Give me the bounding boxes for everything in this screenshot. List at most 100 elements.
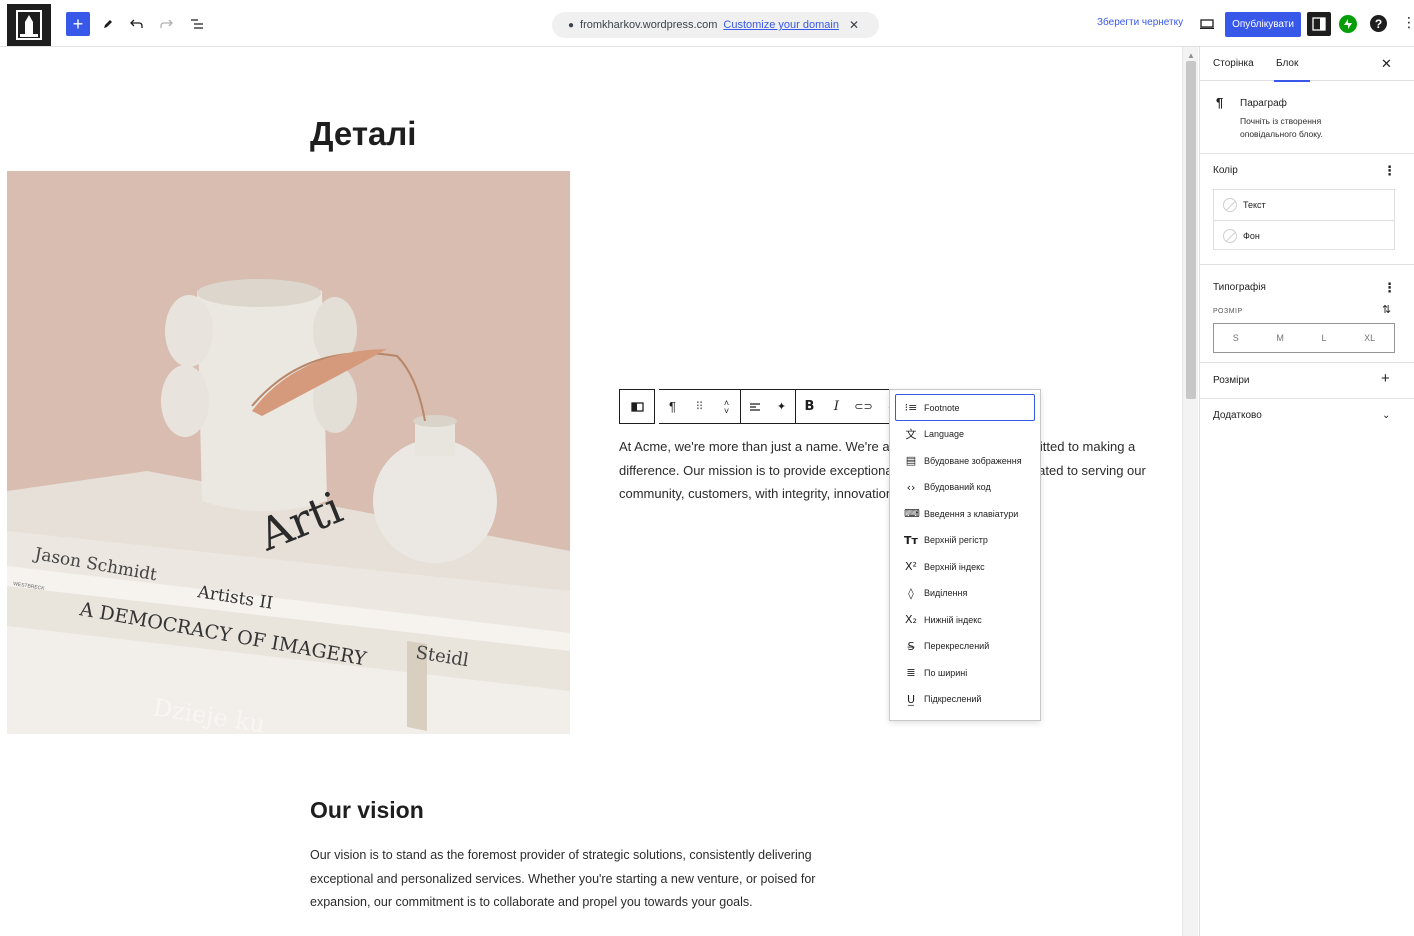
menu-item-label: Перекреслений: [924, 641, 990, 652]
paragraph-icon: ¶: [1216, 95, 1224, 110]
inline-image-icon: ▤: [905, 454, 917, 468]
menu-item-label: По ширині: [924, 667, 968, 678]
advanced-panel[interactable]: Додатково ⌄: [1200, 399, 1414, 435]
color-options: Текст Фон: [1213, 189, 1395, 250]
menu-item-strikethrough[interactable]: S̶ Перекреслений: [895, 633, 1035, 660]
menu-item-label: Нижній індекс: [924, 614, 982, 625]
menu-item-label: Введення з клавіатури: [924, 508, 1019, 519]
menu-item-inline-image[interactable]: ▤ Вбудоване зображення: [895, 448, 1035, 475]
jetpack-icon[interactable]: [1339, 15, 1357, 33]
panel-options-icon[interactable]: ⋮: [1383, 281, 1396, 294]
italic-icon[interactable]: I: [823, 390, 850, 423]
superscript-icon: X²: [905, 560, 917, 574]
sidebar-tabs: Сторінка Блок ✕: [1200, 47, 1414, 82]
tab-page[interactable]: Сторінка: [1213, 58, 1254, 69]
menu-item-superscript[interactable]: X² Верхній індекс: [895, 554, 1035, 581]
block-type-group: ¶ ⠿ ˄ ˅: [659, 389, 741, 424]
redo-icon[interactable]: [158, 12, 174, 36]
move-up-down-icon[interactable]: ˄ ˅: [713, 390, 740, 423]
bold-icon[interactable]: B: [796, 390, 823, 423]
highlight-icon: ◊: [908, 586, 914, 600]
menu-item-justify[interactable]: ≣ По ширині: [895, 660, 1035, 687]
tab-block[interactable]: Блок: [1273, 58, 1311, 82]
vision-paragraph[interactable]: Our vision is to stand as the foremost p…: [310, 844, 870, 915]
panel-options-icon[interactable]: ⋮: [1383, 164, 1396, 177]
menu-item-footnote[interactable]: ⁝≡ Footnote: [895, 394, 1035, 421]
scroll-thumb[interactable]: [1186, 61, 1196, 399]
size-option-m[interactable]: M: [1276, 333, 1284, 343]
menu-item-label: Вбудований код: [924, 482, 991, 493]
undo-icon[interactable]: [128, 12, 144, 36]
align-left-icon[interactable]: [741, 390, 768, 423]
link-icon[interactable]: ⊂⊃: [850, 390, 877, 423]
parent-block-group: [619, 389, 655, 424]
alignment-group: ✦: [741, 389, 796, 424]
menu-item-subscript[interactable]: X₂ Нижній індекс: [895, 607, 1035, 634]
size-option-s[interactable]: S: [1233, 333, 1239, 343]
publish-button[interactable]: Опублікувати: [1225, 12, 1301, 37]
tools-pencil-icon[interactable]: [100, 12, 116, 36]
subscript-icon: X₂: [905, 613, 917, 627]
menu-item-label: Вбудоване зображення: [924, 455, 1022, 466]
code-icon: ‹›: [906, 480, 916, 494]
advanced-panel-title: Додатково: [1213, 410, 1262, 421]
strikethrough-icon: S̶: [907, 639, 915, 653]
vision-heading[interactable]: Our vision: [310, 797, 424, 824]
menu-item-keyboard-input[interactable]: ⌨ Введення з клавіатури: [895, 501, 1035, 528]
menu-item-underline[interactable]: U̲ Підкреслений: [895, 686, 1035, 713]
menu-item-inline-code[interactable]: ‹› Вбудований код: [895, 474, 1035, 501]
empty-swatch-icon: [1223, 228, 1237, 243]
help-icon[interactable]: ?: [1370, 15, 1387, 32]
custom-size-icon[interactable]: ⇅: [1382, 303, 1391, 316]
menu-item-uppercase[interactable]: Tт Верхній регістр: [895, 527, 1035, 554]
size-option-l[interactable]: L: [1322, 333, 1327, 343]
paragraph-icon[interactable]: ¶: [659, 390, 686, 423]
options-more-icon[interactable]: ⋮: [1402, 14, 1414, 31]
drag-handle-icon[interactable]: ⠿: [686, 390, 713, 423]
columns-icon[interactable]: [624, 390, 651, 423]
settings-panel-icon[interactable]: [1307, 12, 1331, 36]
plus-icon[interactable]: +: [1381, 370, 1390, 387]
page-heading[interactable]: Деталі: [310, 115, 416, 153]
canvas-scrollbar[interactable]: ▲: [1182, 47, 1198, 936]
menu-item-language[interactable]: 文 Language: [895, 421, 1035, 448]
menu-item-label: Верхній індекс: [924, 561, 985, 572]
uppercase-icon: Tт: [904, 533, 918, 547]
menu-item-highlight[interactable]: ◊ Виділення: [895, 580, 1035, 607]
save-draft-button[interactable]: Зберегти чернетку: [1097, 17, 1183, 28]
site-logo-icon[interactable]: [7, 4, 51, 46]
hero-image[interactable]: Jason Schmidt Artists II A DEMOCRACY OF …: [7, 171, 570, 734]
close-icon[interactable]: ✕: [849, 18, 859, 32]
editor-top-bar: + ● fromkharkov.wordpress.com Customize …: [0, 0, 1414, 47]
empty-swatch-icon: [1223, 198, 1237, 212]
keyboard-icon: ⌨: [904, 507, 920, 521]
size-option-xl[interactable]: XL: [1364, 333, 1375, 343]
block-inserter-button[interactable]: +: [66, 12, 90, 36]
site-domain: fromkharkov.wordpress.com: [580, 19, 718, 31]
background-color-label: Фон: [1243, 230, 1260, 241]
menu-item-label: Підкреслений: [924, 694, 982, 705]
language-icon: 文: [905, 428, 917, 442]
globe-icon: ●: [568, 19, 575, 31]
underline-icon: U̲: [906, 692, 916, 706]
preview-icon[interactable]: [1199, 12, 1215, 36]
text-color-option[interactable]: Текст: [1214, 190, 1394, 220]
typography-panel-title: Типографія: [1213, 282, 1266, 293]
document-overview-icon[interactable]: [188, 12, 206, 36]
site-url-bar: ● fromkharkov.wordpress.com Customize yo…: [552, 12, 879, 38]
block-card: ¶ Параграф Почніть із створення оповідал…: [1200, 81, 1414, 154]
close-icon[interactable]: ✕: [1381, 56, 1392, 72]
more-formatting-menu: ⁝≡ Footnote 文 Language ▤ Вбудоване зобра…: [889, 389, 1041, 721]
customize-domain-link[interactable]: Customize your domain: [723, 19, 839, 31]
color-panel: Колір ⋮ Текст Фон: [1200, 154, 1414, 265]
menu-item-label: Верхній регістр: [924, 535, 988, 546]
settings-sidebar: Сторінка Блок ✕ ¶ Параграф Почніть із ст…: [1199, 47, 1414, 936]
dimensions-panel[interactable]: Розміри +: [1200, 363, 1414, 399]
menu-item-label: Виділення: [924, 588, 968, 599]
ai-assistant-icon[interactable]: ✦: [768, 390, 795, 423]
scroll-up-icon[interactable]: ▲: [1187, 51, 1195, 60]
chevron-down-icon[interactable]: ⌄: [1382, 410, 1390, 421]
background-color-option[interactable]: Фон: [1214, 220, 1394, 250]
list-icon: ⁝≡: [904, 401, 918, 414]
justify-icon: ≣: [906, 666, 916, 680]
